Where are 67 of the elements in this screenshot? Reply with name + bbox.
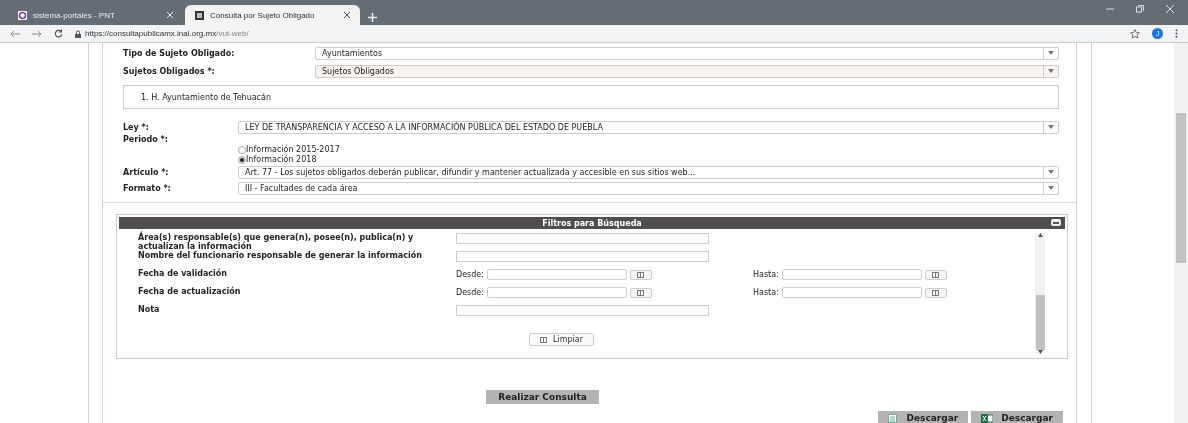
caret-icon [1048, 125, 1054, 129]
excel-icon [981, 413, 994, 423]
radio-option[interactable]: Información 2015-2017 [238, 145, 340, 154]
text-field[interactable] [456, 233, 709, 244]
caret-icon [1048, 186, 1054, 190]
menu-icon[interactable] [1175, 29, 1178, 38]
text-field[interactable] [456, 305, 709, 316]
field-label: Periodo *: [123, 135, 169, 144]
back-icon[interactable] [10, 29, 20, 38]
lock-icon [75, 29, 81, 38]
calendar-icon [932, 271, 940, 278]
filter-label: Fecha de validación [138, 269, 229, 278]
dropdown[interactable]: Ayuntamientos [315, 46, 1059, 60]
download-button[interactable]: Descargar [877, 411, 969, 423]
radio-option[interactable]: Información 2018 [238, 155, 340, 164]
caret-icon [1048, 170, 1054, 174]
new-tab-icon[interactable] [368, 13, 377, 22]
text-field[interactable] [456, 251, 709, 262]
calendar-button[interactable] [924, 287, 947, 298]
download-button[interactable]: Descargar [971, 411, 1063, 423]
filter-label: Nota [138, 305, 161, 314]
to-label: Hasta: [753, 270, 779, 279]
date-field[interactable] [486, 287, 627, 298]
calendar-icon [932, 289, 940, 296]
from-label: Desde: [456, 288, 484, 297]
field-label: Sujetos Obligados *: [123, 66, 216, 76]
clear-button[interactable]: Limpiar [529, 333, 594, 346]
subject-item[interactable]: 1. H. Ayuntamiento de Tehuacán [141, 92, 271, 102]
field-label: Artículo *: [123, 167, 170, 177]
scroll-up-icon[interactable] [1037, 233, 1043, 237]
spreadsheet-file-icon [887, 413, 899, 423]
restore-icon[interactable] [1136, 4, 1144, 13]
calendar-button[interactable] [629, 269, 652, 280]
from-label: Desde: [456, 270, 484, 279]
calendar-icon [540, 336, 547, 343]
star-icon[interactable] [1130, 28, 1140, 39]
field-label: Formato *: [123, 183, 172, 193]
reload-icon[interactable] [54, 29, 63, 38]
dropdown[interactable]: Art. 77 - Los sujetos obligados deberán publicar, difundir y mantener actualizada y accesible en sus sitios web... [238, 165, 1059, 179]
panel-title: Filtros para Búsqueda [542, 218, 642, 228]
close-icon[interactable] [344, 12, 350, 18]
filter-label: Área(s) responsable(s) que genera(n), posee(n), publica(n) y actualizan la información [138, 233, 414, 251]
submit-button[interactable]: Realizar Consulta [486, 390, 599, 404]
page-scrollbar[interactable] [1174, 43, 1188, 423]
field-label: Tipo de Sujeto Obligado: [123, 48, 236, 58]
browser-tab[interactable]: sistema-portales - PNT [8, 5, 183, 25]
filter-label: Fecha de actualización [138, 287, 242, 296]
site-icon [18, 10, 27, 20]
collapse-button[interactable] [1051, 219, 1061, 226]
to-label: Hasta: [753, 288, 779, 297]
date-field[interactable] [781, 287, 922, 298]
calendar-icon [637, 289, 645, 296]
date-field[interactable] [486, 269, 627, 280]
calendar-icon [637, 271, 645, 278]
browser-tab[interactable]: Consulta por Sujeto Obligado [185, 5, 360, 25]
calendar-button[interactable] [924, 269, 947, 280]
site-icon [195, 10, 204, 20]
filter-label: Nombre del funcionario responsable de generar la información [138, 251, 423, 260]
field-label: Ley *: [123, 122, 150, 132]
forward-icon[interactable] [32, 29, 42, 38]
caret-icon [1048, 69, 1054, 73]
caret-icon [1048, 51, 1054, 55]
dropdown[interactable]: LEY DE TRANSPARENCIA Y ACCESO A LA INFORMACIÓN PÚBLICA DEL ESTADO DE PUEBLA [238, 120, 1059, 134]
date-field[interactable] [781, 269, 922, 280]
dropdown[interactable]: III - Facultades de cada área [238, 181, 1059, 195]
calendar-button[interactable] [629, 287, 652, 298]
scrollbar[interactable] [1035, 233, 1045, 354]
